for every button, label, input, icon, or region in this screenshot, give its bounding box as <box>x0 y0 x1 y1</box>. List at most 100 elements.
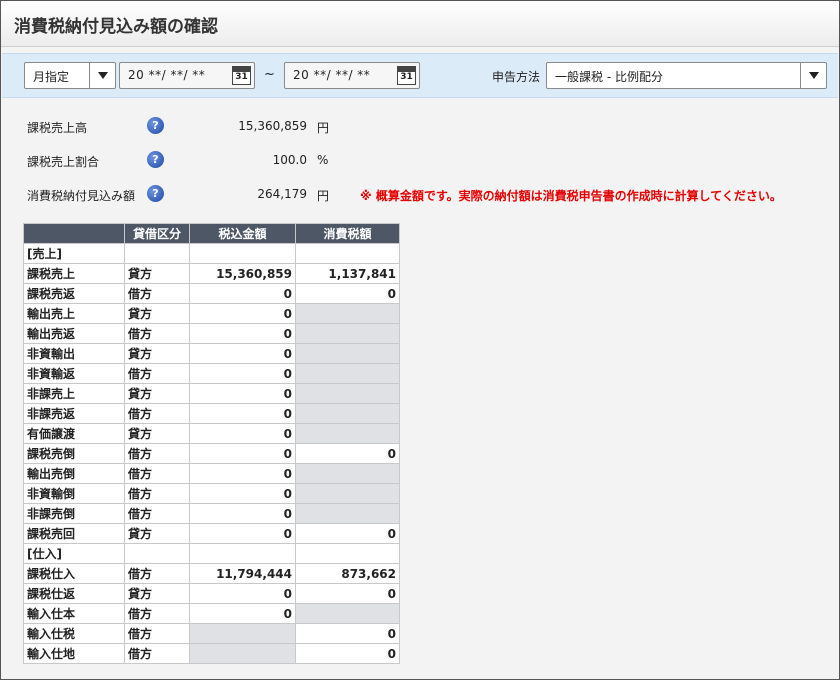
date-from-value: 20 **/ **/ ** <box>128 68 206 82</box>
filter-toolbar: 月指定 20 **/ **/ ** 31 ~ 20 **/ **/ ** 31 … <box>2 53 838 98</box>
cell-item: 輸入仕地 <box>23 643 125 664</box>
cell-debit-credit: 貸方 <box>124 343 190 364</box>
table-row: 課税売倒 借方 0 0 <box>23 443 400 464</box>
table-section-row: [売上] <box>23 243 400 264</box>
summary-row-taxable-sales: 課税売上高 ? 15,360,859 円 <box>27 117 817 151</box>
cell-tax: 0 <box>295 583 400 604</box>
summary-unit: % <box>317 153 329 167</box>
cell-amount: 0 <box>189 463 296 484</box>
cell-item: 課税仕入 <box>23 563 125 584</box>
table-row: 課税売上 貸方 15,360,859 1,137,841 <box>23 263 400 284</box>
cell-amount: 0 <box>189 523 296 544</box>
cell-item: 課税売倒 <box>23 443 125 464</box>
filing-method-value: 一般課税 - 比例配分 <box>555 70 663 84</box>
table-row: 輸出売倒 借方 0 <box>23 463 400 484</box>
date-to-field[interactable]: 20 **/ **/ ** 31 <box>284 62 420 89</box>
cell-debit-credit: 借方 <box>124 503 190 524</box>
section-label: [売上] <box>23 243 125 264</box>
cell-amount: 0 <box>189 603 296 624</box>
title-bar: 消費税納付見込み額の確認 <box>1 1 839 47</box>
cell-tax <box>295 403 400 424</box>
cell-empty <box>189 543 296 564</box>
section-label: [仕入] <box>23 543 125 564</box>
cell-item: 課税仕返 <box>23 583 125 604</box>
column-header-debit-credit: 貸借区分 <box>124 223 190 244</box>
cell-debit-credit: 借方 <box>124 283 190 304</box>
period-select-dropdown-button[interactable] <box>89 63 115 88</box>
cell-amount: 15,360,859 <box>189 263 296 284</box>
cell-item: 輸出売倒 <box>23 463 125 484</box>
tax-breakdown-table: 貸借区分 税込金額 消費税額 [売上] 課税売上 貸方 15,360,859 1,137… <box>23 223 400 664</box>
cell-amount: 0 <box>189 423 296 444</box>
summary-label: 消費税納付見込み額 <box>27 189 136 203</box>
summary-label: 課税売上高 <box>27 121 88 135</box>
table-row: 非課売倒 借方 0 <box>23 503 400 524</box>
cell-debit-credit: 借方 <box>124 463 190 484</box>
cell-tax <box>295 323 400 344</box>
table-row: 輸入仕地 借方 0 <box>23 643 400 664</box>
help-icon[interactable]: ? <box>147 117 164 134</box>
table-row: 課税売返 借方 0 0 <box>23 283 400 304</box>
period-select-value: 月指定 <box>33 70 70 84</box>
cell-tax <box>295 423 400 444</box>
cell-amount: 0 <box>189 283 296 304</box>
calendar-icon[interactable]: 31 <box>397 66 416 85</box>
date-from-field[interactable]: 20 **/ **/ ** 31 <box>119 62 255 89</box>
window: 消費税納付見込み額の確認 月指定 20 **/ **/ ** 31 ~ 20 *… <box>0 0 840 680</box>
cell-item: 輸出売返 <box>23 323 125 344</box>
period-select[interactable]: 月指定 <box>24 62 116 89</box>
summary-row-estimated-tax: 消費税納付見込み額 ? 264,179 円 ※ 概算金額です。実際の納付額は消費… <box>27 185 817 219</box>
cell-debit-credit: 貸方 <box>124 423 190 444</box>
table-row: 有価譲渡 貸方 0 <box>23 423 400 444</box>
table-row: 課税売回 貸方 0 0 <box>23 523 400 544</box>
help-icon[interactable]: ? <box>147 151 164 168</box>
cell-item: 有価譲渡 <box>23 423 125 444</box>
summary-row-taxable-ratio: 課税売上割合 ? 100.0 % <box>27 151 817 185</box>
summary-section: 課税売上高 ? 15,360,859 円 課税売上割合 ? 100.0 % 消費… <box>27 117 817 219</box>
column-header-amount-incl-tax: 税込金額 <box>189 223 296 244</box>
date-to-value: 20 **/ **/ ** <box>293 68 371 82</box>
table-row: 非資輸倒 借方 0 <box>23 483 400 504</box>
cell-debit-credit: 借方 <box>124 483 190 504</box>
summary-label: 課税売上割合 <box>27 155 100 169</box>
cell-debit-credit: 貸方 <box>124 523 190 544</box>
cell-amount: 0 <box>189 303 296 324</box>
help-icon[interactable]: ? <box>147 185 164 202</box>
cell-tax <box>295 383 400 404</box>
filing-method-dropdown-button[interactable] <box>800 63 826 88</box>
cell-tax <box>295 363 400 384</box>
cell-item: 輸入仕本 <box>23 603 125 624</box>
table-row: 非課売返 借方 0 <box>23 403 400 424</box>
cell-empty <box>295 243 400 264</box>
cell-item: 非課売上 <box>23 383 125 404</box>
cell-tax <box>295 463 400 484</box>
page-title: 消費税納付見込み額の確認 <box>14 17 218 37</box>
table-row: 課税仕入 借方 11,794,444 873,662 <box>23 563 400 584</box>
cell-item: 課税売回 <box>23 523 125 544</box>
cell-tax <box>295 483 400 504</box>
cell-tax: 873,662 <box>295 563 400 584</box>
cell-amount: 0 <box>189 343 296 364</box>
cell-empty <box>189 243 296 264</box>
cell-item: 輸入仕税 <box>23 623 125 644</box>
cell-tax: 0 <box>295 283 400 304</box>
summary-value: 15,360,859 <box>238 119 307 133</box>
chevron-down-icon <box>98 72 108 79</box>
table-row: 輸入仕税 借方 0 <box>23 623 400 644</box>
table-row: 輸出売上 貸方 0 <box>23 303 400 324</box>
cell-tax: 0 <box>295 523 400 544</box>
cell-amount: 0 <box>189 443 296 464</box>
cell-amount: 0 <box>189 583 296 604</box>
cell-item: 非課売返 <box>23 403 125 424</box>
cell-debit-credit: 貸方 <box>124 303 190 324</box>
table-row: 非資輸出 貸方 0 <box>23 343 400 364</box>
calendar-icon[interactable]: 31 <box>232 66 251 85</box>
table-header-row: 貸借区分 税込金額 消費税額 <box>23 223 400 244</box>
table-row: 非資輸返 借方 0 <box>23 363 400 384</box>
column-header-consumption-tax: 消費税額 <box>295 223 400 244</box>
cell-debit-credit: 借方 <box>124 363 190 384</box>
table-section-row: [仕入] <box>23 543 400 564</box>
cell-item: 非資輸返 <box>23 363 125 384</box>
filing-method-select[interactable]: 一般課税 - 比例配分 <box>546 62 827 89</box>
cell-item: 課税売返 <box>23 283 125 304</box>
